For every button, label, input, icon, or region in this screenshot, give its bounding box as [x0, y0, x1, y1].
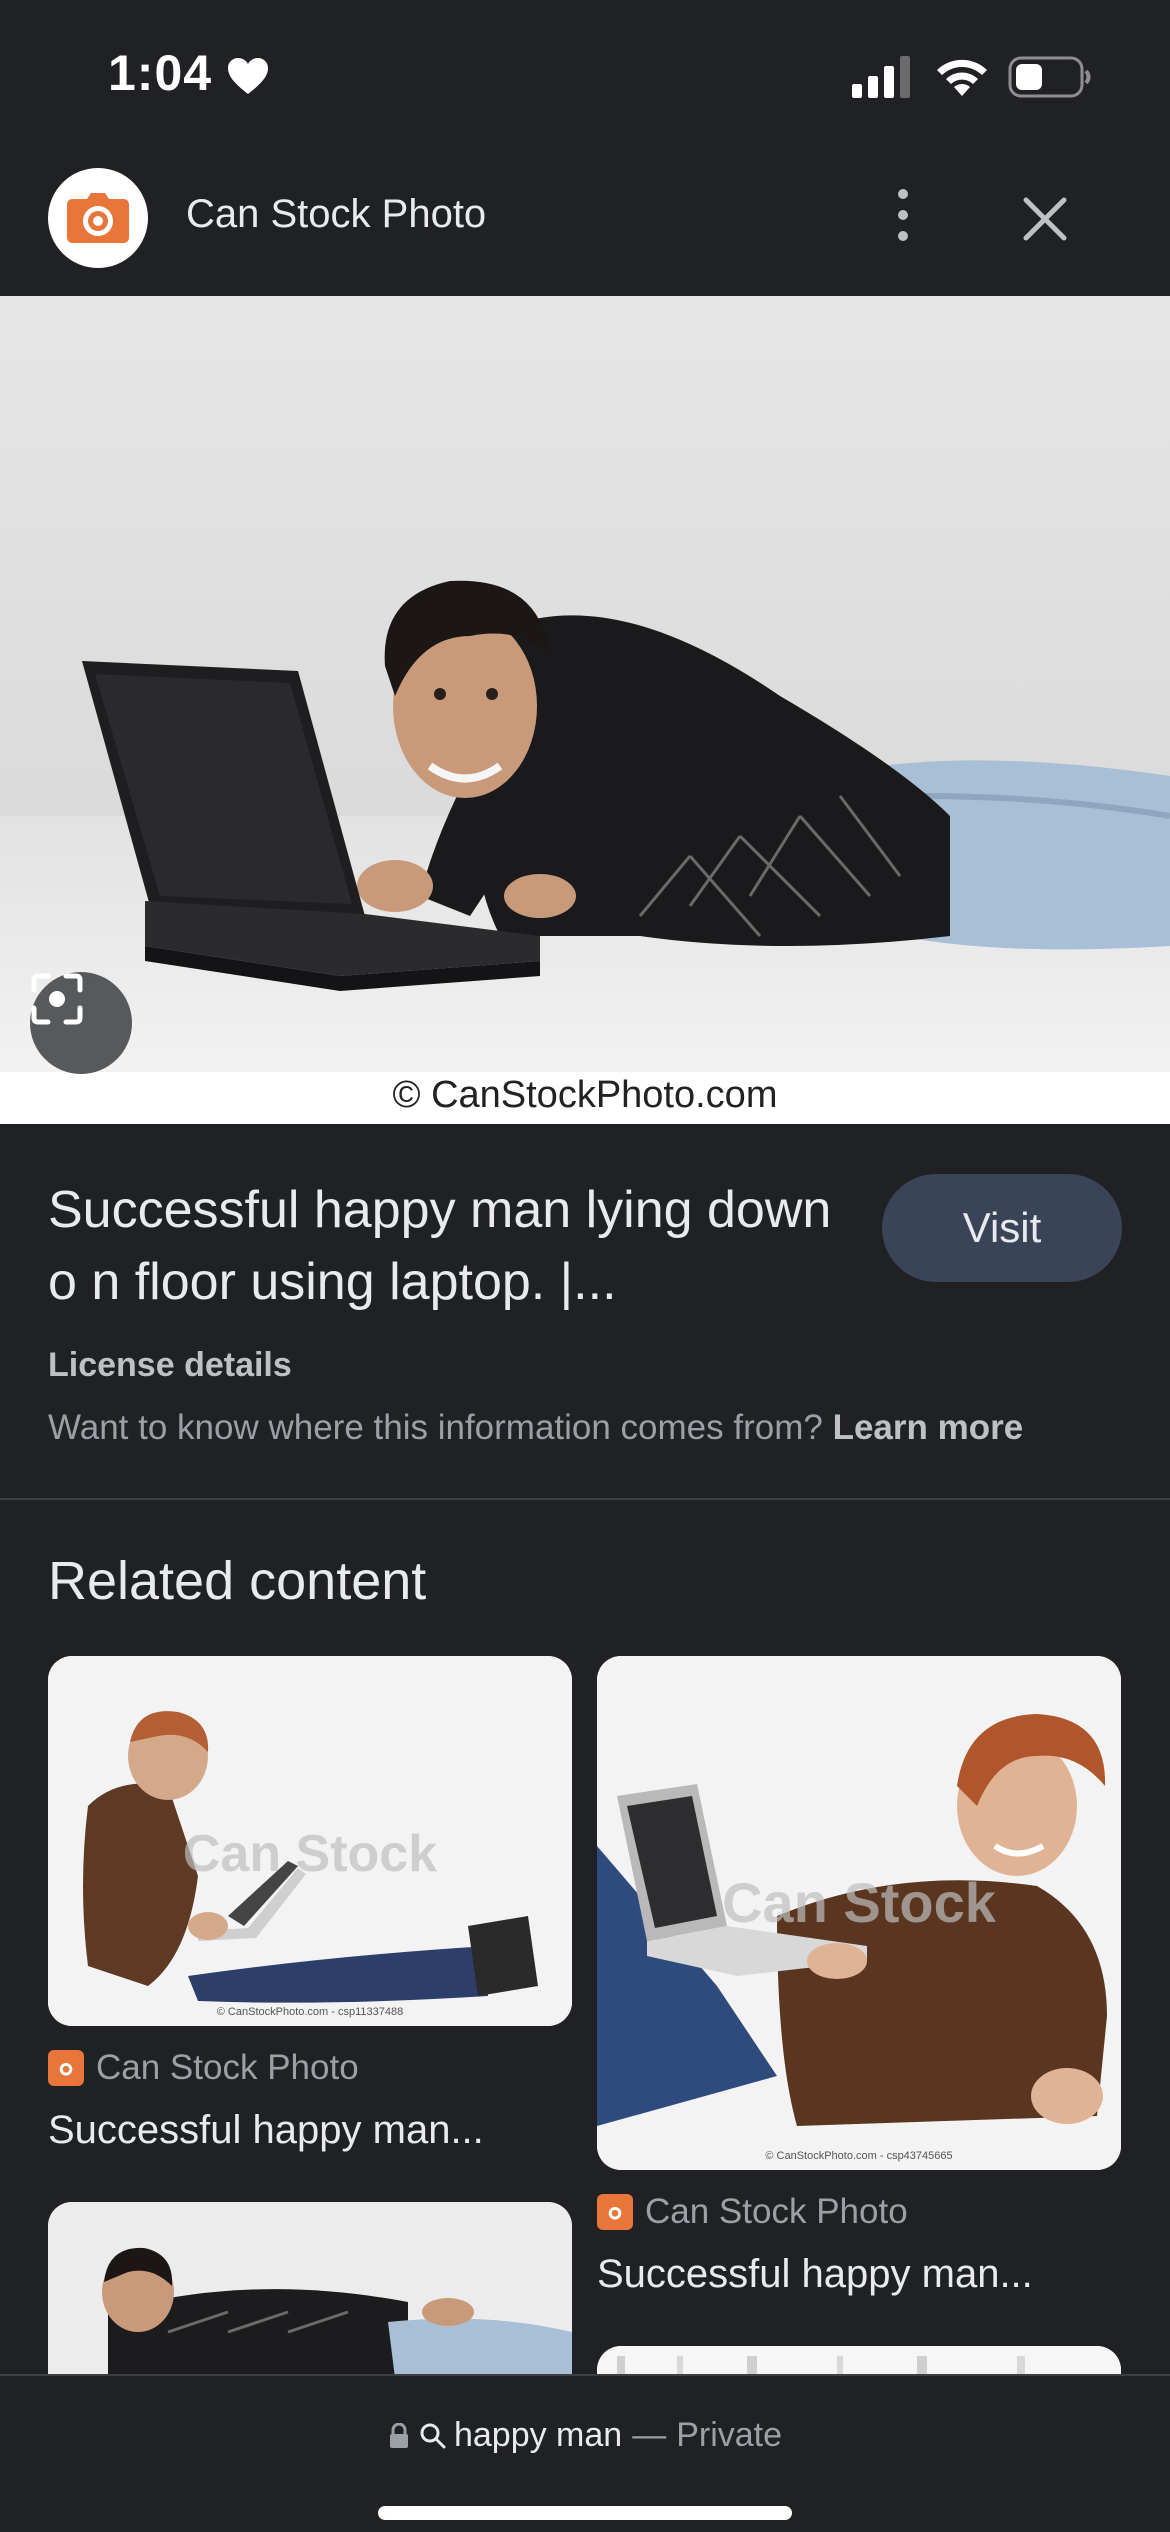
related-heading: Related content — [48, 1551, 427, 1611]
related-card-title[interactable]: Successful happy man... — [597, 2252, 1033, 2297]
license-details-link[interactable]: License details — [48, 1346, 292, 1385]
info-source-line: Want to know where this information come… — [48, 1408, 1023, 1448]
result-title[interactable]: Successful happy man lying down o n floo… — [48, 1174, 868, 1318]
camera-icon — [67, 193, 129, 243]
header: Can Stock Photo — [0, 150, 1170, 296]
main-image[interactable]: © CanStockPhoto.com — [0, 296, 1170, 1124]
lens-icon — [31, 973, 83, 1025]
card-source-name: Can Stock Photo — [96, 2048, 359, 2087]
info-source-text: Want to know where this information come… — [48, 1408, 823, 1447]
status-bar: 1:04 — [0, 0, 1170, 150]
lens-button[interactable] — [30, 972, 132, 1074]
related-card-source: Can Stock Photo — [48, 2048, 359, 2088]
divider — [0, 1498, 1170, 1500]
battery-icon — [1008, 56, 1091, 98]
related-card-image[interactable]: Can Stock © CanStockPhoto.com - csp43745… — [597, 1656, 1121, 2170]
signal-icon — [852, 56, 910, 98]
related-card-source: Can Stock Photo — [597, 2192, 908, 2232]
home-indicator[interactable] — [378, 2506, 792, 2520]
card-watermark: Can Stock — [722, 1871, 996, 1934]
card-caption: © CanStockPhoto.com - csp43745665 — [765, 2150, 953, 2162]
url-row[interactable]: happy man — Private — [0, 2416, 1170, 2455]
status-time: 1:04 — [108, 45, 213, 101]
visit-button[interactable]: Visit — [882, 1174, 1122, 1282]
card-source-name: Can Stock Photo — [645, 2192, 908, 2231]
search-icon — [420, 2423, 446, 2448]
image-watermark: © CanStockPhoto.com — [392, 1074, 778, 1116]
camera-icon — [597, 2194, 633, 2230]
learn-more-link[interactable]: Learn more — [833, 1408, 1024, 1447]
bottom-url-bar[interactable]: happy man — Private — [0, 2374, 1170, 2532]
photo-man-laptop — [0, 296, 1170, 1072]
result-info: Successful happy man lying down o n floo… — [0, 1124, 1170, 1500]
lock-icon — [389, 2422, 408, 2448]
related-card-image[interactable]: Can Stock © CanStockPhoto.com - csp11337… — [48, 1656, 572, 2026]
site-title: Can Stock Photo — [186, 192, 487, 236]
camera-icon — [48, 2050, 84, 2086]
heart-icon — [228, 58, 268, 94]
wifi-icon — [937, 59, 987, 96]
card-watermark: Can Stock — [182, 1825, 438, 1883]
url-separator: — — [632, 2416, 667, 2454]
close-icon[interactable] — [1016, 190, 1074, 248]
search-query: happy man — [453, 2416, 623, 2454]
related-card-title[interactable]: Successful happy man... — [48, 2108, 484, 2153]
more-vertical-icon[interactable] — [880, 180, 926, 250]
private-mode-label: Private — [676, 2416, 783, 2454]
card-caption: © CanStockPhoto.com - csp11337488 — [216, 2006, 404, 2018]
site-logo[interactable] — [48, 168, 148, 268]
